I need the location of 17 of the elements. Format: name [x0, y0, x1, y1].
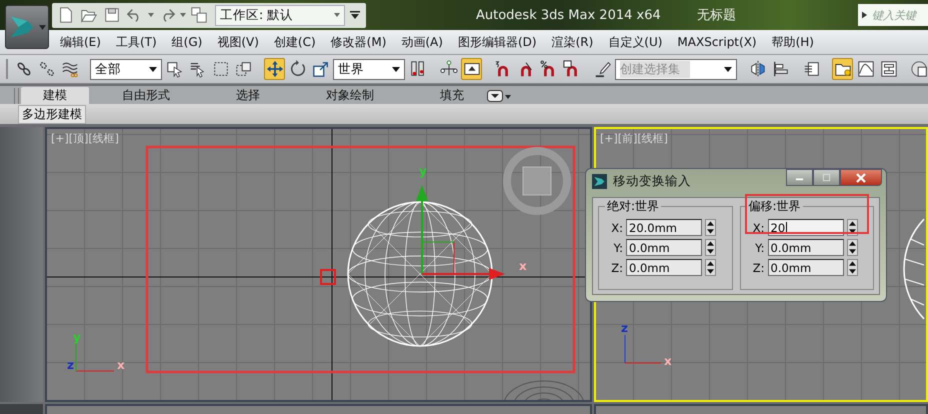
app-title: Autodesk 3ds Max 2014 x64: [476, 8, 661, 22]
field-label: X:: [610, 220, 623, 234]
axis-label: x: [519, 259, 527, 273]
field-label: Y:: [612, 240, 623, 254]
field-label: Z:: [752, 260, 764, 274]
axis-label: x: [664, 354, 672, 368]
field-label: Z:: [610, 260, 623, 274]
group-title: 绝对:世界: [605, 198, 662, 215]
axis-label: y: [419, 164, 427, 178]
axis-label: y: [73, 330, 81, 344]
field-label: X:: [752, 220, 764, 234]
axis-label: z: [67, 358, 74, 372]
axis-label: x: [117, 358, 125, 372]
document-title: 无标题: [696, 7, 736, 24]
dialog-title: 移动变换输入: [613, 173, 691, 190]
field-label: Y:: [754, 240, 764, 254]
axis-label: z: [621, 321, 628, 335]
